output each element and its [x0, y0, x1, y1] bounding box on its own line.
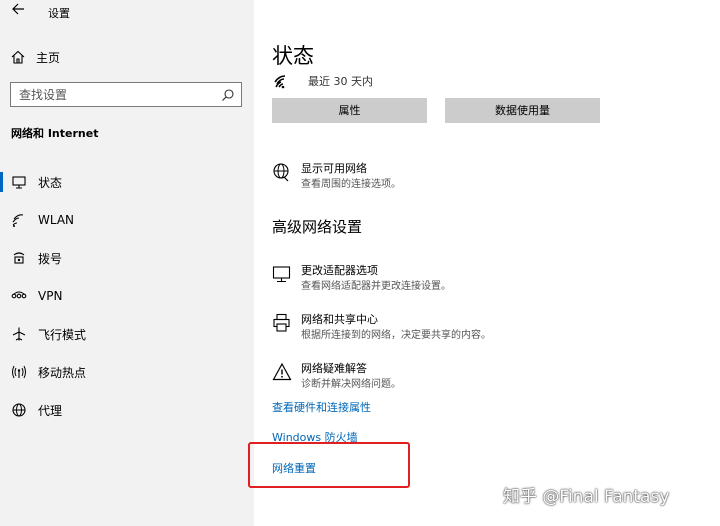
troubleshooter[interactable]: 网络疑难解答 诊断并解决网络问题。 — [272, 360, 712, 392]
properties-button[interactable]: 属性 — [272, 98, 427, 123]
sharing-center-desc: 根据所连接到的网络，决定要共享的内容。 — [301, 330, 491, 341]
home-label: 主页 — [36, 50, 61, 65]
warning-icon — [272, 362, 292, 382]
show-networks-title: 显示可用网络 — [301, 162, 367, 175]
show-networks-desc: 查看周围的连接选项。 — [301, 179, 401, 190]
wifi-signal-icon — [274, 73, 296, 89]
sidebar-item-label: 飞行模式 — [38, 327, 87, 342]
sharing-center-title: 网络和共享中心 — [301, 313, 378, 326]
troubleshooter-title: 网络疑难解答 — [301, 362, 367, 375]
home-nav[interactable]: 主页 — [10, 47, 60, 67]
airplane-icon — [11, 326, 27, 342]
hardware-properties-link[interactable]: 查看硬件和连接属性 — [272, 399, 371, 415]
vpn-icon — [11, 288, 27, 304]
network-status-text: 最近 30 天内 — [308, 75, 373, 88]
sharing-center[interactable]: 网络和共享中心 根据所连接到的网络，决定要共享的内容。 — [272, 311, 712, 343]
sidebar-item-wlan[interactable]: WLAN — [0, 201, 254, 239]
hotspot-icon — [11, 364, 27, 380]
data-usage-button[interactable]: 数据使用量 — [445, 98, 600, 123]
network-status: 最近 30 天内 — [274, 72, 373, 90]
window-title: 设置 — [48, 7, 70, 20]
dialup-icon — [11, 250, 27, 266]
globe-network-icon — [272, 162, 292, 182]
sidebar-item-status[interactable]: 状态 — [0, 163, 254, 201]
sidebar-item-label: VPN — [38, 289, 63, 303]
home-icon — [10, 49, 26, 65]
troubleshooter-desc: 诊断并解决网络问题。 — [301, 379, 401, 390]
sidebar: 设置 主页 网络和 Internet 状态 WLAN — [0, 0, 254, 526]
sidebar-item-label: 拨号 — [38, 251, 63, 266]
status-icon — [11, 174, 27, 190]
sidebar-item-label: 移动热点 — [38, 365, 87, 380]
sidebar-item-dialup[interactable]: 拨号 — [0, 239, 254, 277]
adapter-options[interactable]: 更改适配器选项 查看网络适配器并更改连接设置。 — [272, 262, 712, 294]
search-icon[interactable] — [221, 87, 235, 101]
printer-network-icon — [272, 313, 292, 333]
back-arrow-icon[interactable] — [6, 1, 30, 23]
highlight-box — [248, 442, 410, 488]
adapter-options-title: 更改适配器选项 — [301, 264, 378, 277]
watermark: 知乎 @Final Fantasy — [503, 487, 670, 507]
section-title: 网络和 Internet — [11, 127, 99, 140]
sidebar-item-airplane[interactable]: 飞行模式 — [0, 315, 254, 353]
monitor-icon — [272, 264, 292, 284]
title-bar: 设置 — [0, 0, 254, 26]
wifi-icon — [11, 212, 27, 228]
proxy-icon — [11, 402, 27, 418]
sidebar-item-proxy[interactable]: 代理 — [0, 391, 254, 429]
sidebar-nav: 状态 WLAN 拨号 VPN 飞行模式 移动热点 代理 — [0, 163, 254, 429]
search-input[interactable] — [11, 83, 211, 106]
sidebar-item-label: 代理 — [38, 403, 63, 418]
adapter-options-desc: 查看网络适配器并更改连接设置。 — [301, 281, 451, 292]
sidebar-item-hotspot[interactable]: 移动热点 — [0, 353, 254, 391]
page-title: 状态 — [272, 44, 314, 68]
sidebar-item-vpn[interactable]: VPN — [0, 277, 254, 315]
search-box[interactable] — [10, 82, 242, 107]
sidebar-item-label: WLAN — [38, 213, 75, 227]
advanced-settings-title: 高级网络设置 — [272, 218, 363, 236]
sidebar-item-label: 状态 — [38, 175, 63, 190]
show-networks-option[interactable]: 显示可用网络 查看周围的连接选项。 — [272, 160, 712, 192]
